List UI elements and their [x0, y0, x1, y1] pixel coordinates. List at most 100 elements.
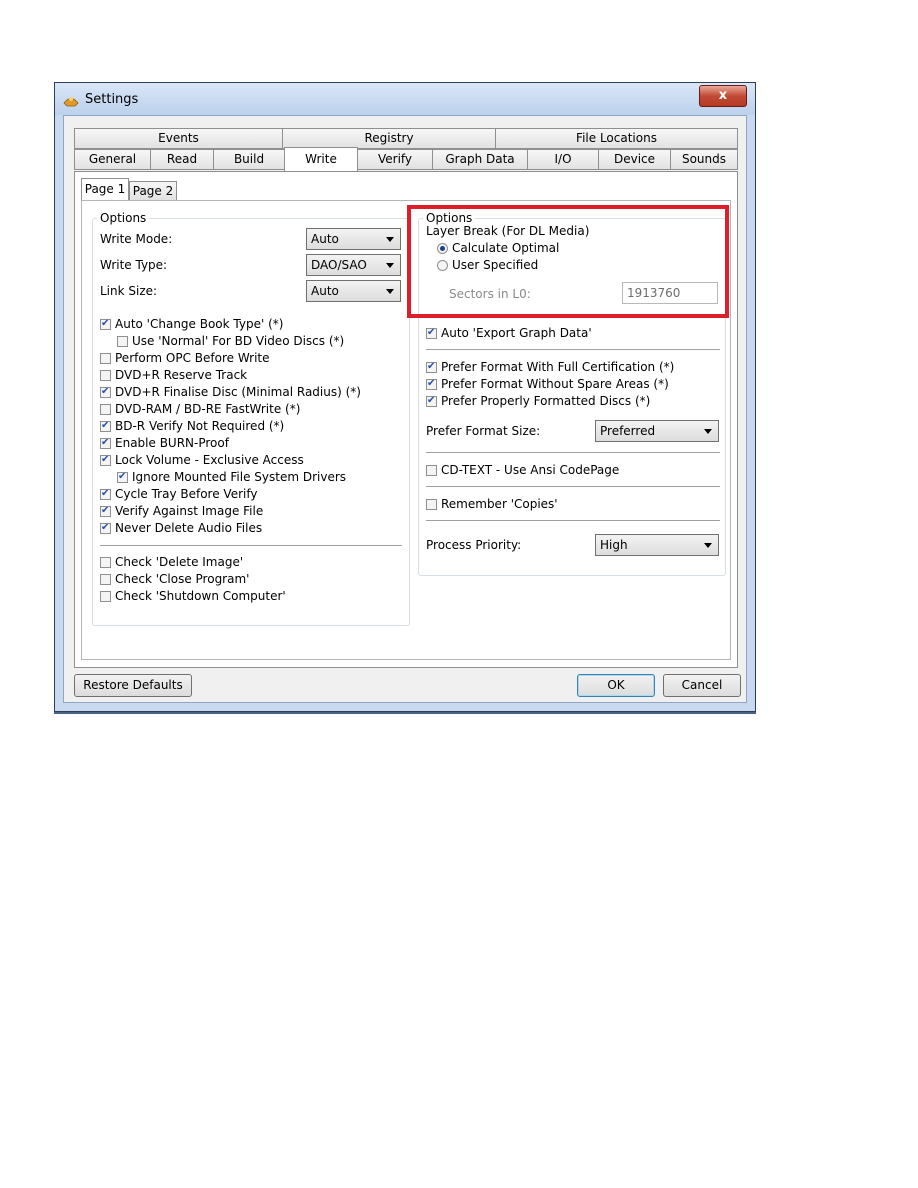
- tab-graph-data[interactable]: Graph Data: [432, 149, 528, 170]
- checkbox-label: Perform OPC Before Write: [115, 351, 270, 365]
- settings-window: Settings x Events Registry File Location…: [54, 82, 756, 712]
- tab-read[interactable]: Read: [150, 149, 214, 170]
- check-never-delete-audio[interactable]: Never Delete Audio Files: [100, 520, 262, 536]
- check-cycle-tray[interactable]: Cycle Tray Before Verify: [100, 486, 257, 502]
- write-mode-select[interactable]: Auto: [306, 228, 401, 250]
- checkbox-icon[interactable]: [426, 394, 437, 407]
- checkbox-label: CD-TEXT - Use Ansi CodePage: [441, 463, 620, 477]
- checkbox-icon[interactable]: [426, 465, 437, 476]
- check-burn-proof[interactable]: Enable BURN-Proof: [100, 435, 229, 451]
- check-dvd-r-finalise[interactable]: DVD+R Finalise Disc (Minimal Radius) (*): [100, 384, 361, 400]
- write-type-select[interactable]: DAO/SAO: [306, 254, 401, 276]
- tab-device[interactable]: Device: [598, 149, 671, 170]
- check-perform-opc[interactable]: Perform OPC Before Write: [100, 350, 270, 366]
- checkbox-icon[interactable]: [100, 487, 111, 500]
- ok-button[interactable]: OK: [577, 674, 655, 697]
- separator: [100, 545, 402, 546]
- check-dvd-ram-fastwrite[interactable]: DVD-RAM / BD-RE FastWrite (*): [100, 401, 300, 417]
- link-size-select[interactable]: Auto: [306, 280, 401, 302]
- process-priority-select[interactable]: High: [595, 534, 719, 556]
- checkbox-label: Prefer Format Without Spare Areas (*): [441, 377, 669, 391]
- checkbox-icon[interactable]: [100, 419, 111, 432]
- checkbox-icon[interactable]: [100, 504, 111, 517]
- left-options-legend: Options: [97, 211, 150, 225]
- check-shutdown-computer[interactable]: Check 'Shutdown Computer': [100, 588, 286, 604]
- check-ignore-mounted[interactable]: Ignore Mounted File System Drivers: [117, 469, 346, 485]
- subtab-page-2[interactable]: Page 2: [129, 181, 177, 201]
- tab-write[interactable]: Write: [284, 147, 358, 171]
- process-priority-label: Process Priority:: [426, 538, 522, 552]
- check-dvd-r-reserve-track[interactable]: DVD+R Reserve Track: [100, 367, 247, 383]
- close-button[interactable]: x: [699, 85, 747, 107]
- checkbox-icon[interactable]: [100, 404, 111, 415]
- write-type-value: DAO/SAO: [311, 258, 367, 272]
- checkbox-icon[interactable]: [100, 557, 111, 568]
- dialog-client: Events Registry File Locations General R…: [63, 115, 747, 703]
- check-auto-change-book-type[interactable]: Auto 'Change Book Type' (*): [100, 316, 283, 332]
- tab-row-2: General Read Build Write Verify Graph Da…: [64, 147, 746, 172]
- checkbox-label: Verify Against Image File: [115, 504, 264, 518]
- check-close-program[interactable]: Check 'Close Program': [100, 571, 249, 587]
- check-prefer-without-spare-areas[interactable]: Prefer Format Without Spare Areas (*): [426, 376, 669, 392]
- checkbox-icon[interactable]: [426, 326, 437, 339]
- tab-general[interactable]: General: [74, 149, 151, 170]
- cancel-button[interactable]: Cancel: [663, 674, 741, 697]
- checkbox-label: Enable BURN-Proof: [115, 436, 229, 450]
- check-cd-text-ansi[interactable]: CD-TEXT - Use Ansi CodePage: [426, 462, 619, 478]
- process-priority-value: High: [600, 538, 628, 552]
- check-auto-export-graph-data[interactable]: Auto 'Export Graph Data': [426, 325, 592, 341]
- checkbox-label: Prefer Format With Full Certification (*…: [441, 360, 675, 374]
- check-verify-against-image[interactable]: Verify Against Image File: [100, 503, 263, 519]
- checkbox-label: Ignore Mounted File System Drivers: [132, 470, 347, 484]
- checkbox-icon[interactable]: [426, 499, 437, 510]
- checkbox-icon[interactable]: [100, 521, 111, 534]
- tab-events[interactable]: Events: [74, 128, 283, 149]
- checkbox-icon[interactable]: [100, 436, 111, 449]
- checkbox-icon[interactable]: [100, 574, 111, 585]
- check-lock-volume[interactable]: Lock Volume - Exclusive Access: [100, 452, 304, 468]
- chevron-down-icon: [704, 543, 712, 548]
- check-remember-copies[interactable]: Remember 'Copies': [426, 496, 558, 512]
- tab-io[interactable]: I/O: [527, 149, 599, 170]
- chevron-down-icon: [704, 429, 712, 434]
- check-bd-r-verify[interactable]: BD-R Verify Not Required (*): [100, 418, 284, 434]
- checkbox-icon[interactable]: [100, 453, 111, 466]
- prefer-format-size-select[interactable]: Preferred: [595, 420, 719, 442]
- checkbox-icon[interactable]: [426, 377, 437, 390]
- checkbox-icon[interactable]: [100, 370, 111, 381]
- left-options-group: Options Write Mode: Auto Write Type: DAO…: [92, 211, 410, 626]
- checkbox-icon[interactable]: [100, 385, 111, 398]
- checkbox-label: Remember 'Copies': [441, 497, 558, 511]
- checkbox-icon[interactable]: [117, 336, 128, 347]
- write-mode-value: Auto: [311, 232, 339, 246]
- checkbox-icon[interactable]: [117, 470, 128, 483]
- checkbox-label: DVD+R Reserve Track: [115, 368, 248, 382]
- tab-build[interactable]: Build: [213, 149, 285, 170]
- checkbox-label: Auto 'Change Book Type' (*): [115, 317, 284, 331]
- checkbox-label: DVD+R Finalise Disc (Minimal Radius) (*): [115, 385, 361, 399]
- link-size-value: Auto: [311, 284, 339, 298]
- subtab-page-1[interactable]: Page 1: [81, 178, 129, 200]
- tab-registry[interactable]: Registry: [282, 128, 496, 149]
- highlight-annotation-box: [407, 205, 729, 318]
- restore-defaults-button[interactable]: Restore Defaults: [74, 674, 192, 697]
- checkbox-label: Use 'Normal' For BD Video Discs (*): [132, 334, 345, 348]
- checkbox-label: Check 'Delete Image': [115, 555, 244, 569]
- check-delete-image[interactable]: Check 'Delete Image': [100, 554, 243, 570]
- write-type-label: Write Type:: [100, 258, 168, 272]
- checkbox-label: Check 'Close Program': [115, 572, 250, 586]
- check-use-normal-bd-video[interactable]: Use 'Normal' For BD Video Discs (*): [117, 333, 344, 349]
- checkbox-icon[interactable]: [100, 591, 111, 602]
- checkbox-icon[interactable]: [426, 360, 437, 373]
- separator: [426, 349, 720, 350]
- checkbox-label: Cycle Tray Before Verify: [115, 487, 258, 501]
- tab-sounds[interactable]: Sounds: [670, 149, 738, 170]
- tab-verify[interactable]: Verify: [357, 149, 433, 170]
- chevron-down-icon: [386, 263, 394, 268]
- check-prefer-full-certification[interactable]: Prefer Format With Full Certification (*…: [426, 359, 674, 375]
- check-prefer-properly-formatted[interactable]: Prefer Properly Formatted Discs (*): [426, 393, 650, 409]
- checkbox-icon[interactable]: [100, 317, 111, 330]
- title-bar[interactable]: Settings x: [55, 83, 755, 115]
- tab-file-locations[interactable]: File Locations: [495, 128, 738, 149]
- checkbox-icon[interactable]: [100, 353, 111, 364]
